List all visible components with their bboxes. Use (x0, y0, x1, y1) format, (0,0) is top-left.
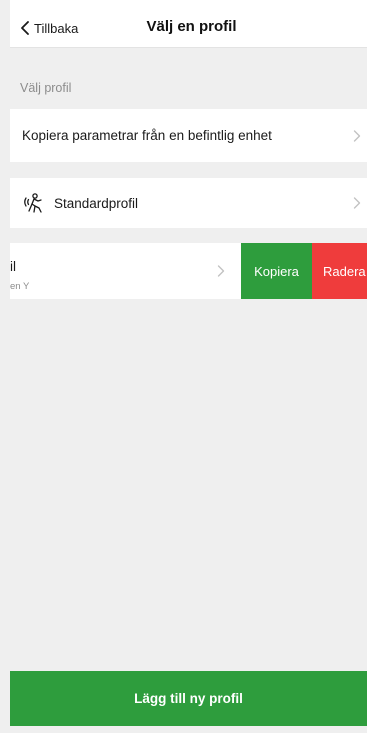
add-new-profile-button[interactable]: Lägg till ny profil (10, 671, 367, 726)
profile-subtitle: en Y (10, 281, 30, 292)
copy-parameters-row[interactable]: Kopiera parametrar från en befintlig enh… (10, 109, 367, 162)
profile-title: il (10, 259, 16, 274)
standard-profile-label: Standardprofil (54, 195, 139, 211)
chevron-right-icon (353, 129, 361, 142)
person-waves-icon (24, 193, 42, 213)
swiped-profile-row[interactable]: il en Y Kopiera Radera (10, 243, 367, 299)
standard-profile-row[interactable]: Standardprofil (10, 178, 367, 228)
nav-header: Tillbaka Välj en profil (10, 0, 367, 48)
page-title: Välj en profil (146, 18, 237, 35)
section-caption: Välj profil (20, 81, 72, 95)
delete-profile-button[interactable]: Radera (312, 243, 367, 299)
chevron-right-icon (217, 265, 225, 277)
copy-profile-button[interactable]: Kopiera (241, 243, 312, 299)
profile-select-screen: Tillbaka Välj en profil Välj profil Kopi… (0, 0, 367, 733)
chevron-right-icon (353, 197, 361, 209)
copy-parameters-label: Kopiera parametrar från en befintlig enh… (22, 128, 272, 143)
